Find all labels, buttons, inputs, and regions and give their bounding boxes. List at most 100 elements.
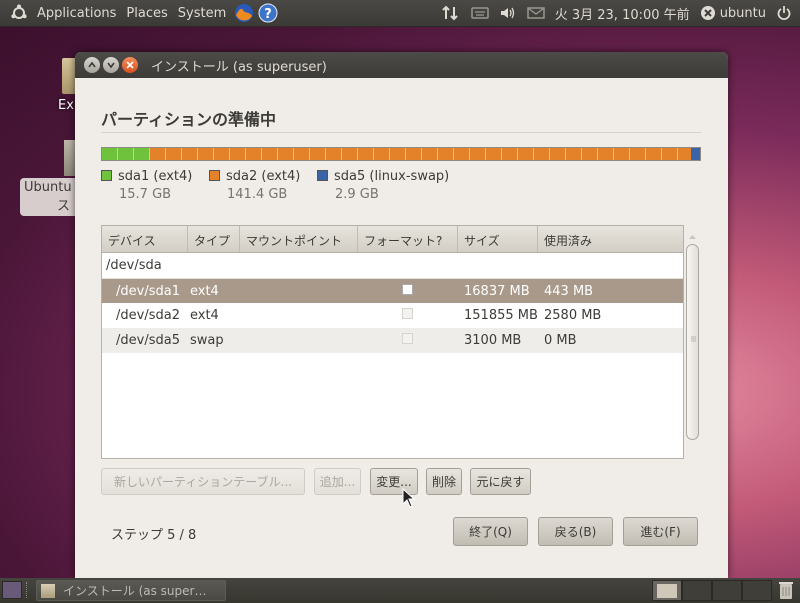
legend-size: 2.9 GB [335, 187, 379, 202]
grip-icon [691, 336, 696, 342]
help-icon[interactable]: ? [258, 3, 278, 23]
show-desktop-icon[interactable] [2, 581, 22, 599]
column-header-used[interactable]: 使用済み [538, 226, 683, 252]
menu-places[interactable]: Places [121, 6, 172, 21]
desktop-icon-label: ス [56, 199, 70, 214]
legend-label: sda5 (linux-swap) [334, 169, 450, 184]
legend-label: sda1 (ext4) [118, 169, 193, 184]
revert-button[interactable]: 元に戻す [470, 468, 531, 495]
cell-device: /dev/sda1 [116, 283, 180, 299]
quit-button[interactable]: 終了(Q) [453, 517, 528, 546]
back-button[interactable]: 戻る(B) [538, 517, 613, 546]
legend-swatch [317, 170, 328, 181]
user-switch-icon[interactable] [700, 5, 716, 21]
table-row[interactable]: /dev/sda2 ext4 151855 MB 2580 MB [102, 303, 683, 328]
cell-used: 443 MB [544, 283, 594, 299]
workspace-1[interactable] [652, 580, 682, 601]
table-scrollbar[interactable] [686, 232, 699, 440]
menu-system[interactable]: System [173, 6, 231, 21]
legend-item-sda1: sda1 (ext4) 15.7 GB [101, 169, 192, 202]
partition-bar [101, 147, 701, 161]
cell-type: swap [190, 333, 224, 348]
volume-icon[interactable] [499, 6, 517, 20]
taskbar-item-installer[interactable]: インストール (as super… [36, 580, 226, 601]
workspace-4[interactable] [742, 580, 772, 601]
keyboard-icon[interactable] [470, 6, 489, 20]
workspace-2[interactable] [682, 580, 712, 601]
partition-bar-segment-sda5 [691, 148, 700, 160]
mail-icon[interactable] [526, 6, 545, 20]
close-button[interactable] [122, 57, 138, 73]
legend-label: sda2 (ext4) [226, 169, 301, 184]
workspace-3[interactable] [712, 580, 742, 601]
desktop-icon-label: Ubuntu [24, 180, 72, 195]
menu-applications[interactable]: Applications [32, 6, 121, 21]
add-partition-button[interactable]: 追加... [314, 468, 361, 495]
window-thumb-icon [657, 584, 677, 598]
legend-size: 15.7 GB [119, 187, 172, 202]
bottom-panel: インストール (as super… [0, 578, 800, 603]
partition-table: デバイス タイプ マウントポイント フォーマット? サイズ 使用済み /dev/… [101, 225, 684, 459]
chevron-down-icon [107, 62, 115, 69]
cell-size: 151855 MB [464, 308, 538, 323]
column-header-format[interactable]: フォーマット? [358, 226, 458, 252]
svg-text:?: ? [264, 7, 272, 22]
format-checkbox[interactable] [402, 333, 413, 344]
column-header-size[interactable]: サイズ [458, 226, 538, 252]
divider [101, 132, 701, 133]
firefox-icon[interactable] [233, 2, 255, 24]
top-panel: Applications Places System ? 火 3月 23, 10… [0, 0, 800, 27]
network-icon[interactable] [441, 5, 461, 21]
column-header-type[interactable]: タイプ [188, 226, 240, 252]
format-checkbox[interactable] [402, 283, 413, 295]
panel-clock[interactable]: 火 3月 23, 10:00 午前 [555, 4, 690, 23]
trash-icon[interactable] [778, 580, 794, 600]
legend-size: 141.4 GB [227, 187, 288, 202]
page-title: パーティションの準備中 [101, 110, 277, 129]
panel-username[interactable]: ubuntu [720, 6, 766, 21]
table-row[interactable]: /dev/sda1 ext4 16837 MB 443 MB [102, 278, 683, 303]
power-icon[interactable] [776, 5, 792, 21]
format-checkbox[interactable] [402, 308, 413, 319]
close-icon [126, 61, 134, 69]
window-titlebar[interactable]: インストール (as superuser) [75, 52, 728, 78]
separator-icon [26, 582, 30, 598]
cell-size: 3100 MB [464, 333, 522, 348]
step-indicator: ステップ 5 / 8 [111, 528, 197, 543]
mouse-cursor-icon [402, 488, 416, 508]
cell-used: 0 MB [544, 333, 577, 348]
installer-small-icon [41, 583, 55, 598]
table-row[interactable]: /dev/sda5 swap 3100 MB 0 MB [102, 328, 683, 353]
cell-used: 2580 MB [544, 308, 602, 323]
disk-label: /dev/sda [106, 258, 162, 273]
taskbar-item-label: インストール (as super… [63, 584, 207, 598]
desktop-icon-installer[interactable]: Ubuntu ス [20, 178, 80, 216]
legend-swatch [209, 170, 220, 181]
table-row-disk[interactable]: /dev/sda [102, 253, 683, 278]
legend-item-sda5: sda5 (linux-swap) 2.9 GB [317, 169, 449, 202]
forward-button[interactable]: 進む(F) [623, 517, 698, 546]
ubuntu-logo-icon[interactable] [6, 4, 32, 22]
cell-type: ext4 [190, 283, 219, 299]
cell-format [358, 283, 458, 299]
column-header-mount[interactable]: マウントポイント [240, 226, 358, 252]
scroll-up-icon[interactable] [686, 232, 699, 242]
cell-device: /dev/sda5 [116, 333, 180, 348]
window-title: インストール (as superuser) [151, 59, 327, 75]
table-header: デバイス タイプ マウントポイント フォーマット? サイズ 使用済み [102, 226, 683, 253]
minimize-button[interactable] [103, 57, 119, 73]
new-partition-table-button[interactable]: 新しいパーティションテーブル... [101, 468, 305, 495]
partition-bar-segment-sda1 [102, 148, 151, 160]
cell-type: ext4 [190, 308, 219, 323]
partition-bar-segment-sda2 [150, 148, 692, 160]
cell-format [358, 333, 458, 348]
scroll-thumb[interactable] [686, 244, 699, 440]
legend-swatch [101, 170, 112, 181]
legend-item-sda2: sda2 (ext4) 141.4 GB [209, 169, 300, 202]
column-header-device[interactable]: デバイス [102, 226, 188, 252]
delete-partition-button[interactable]: 削除 [426, 468, 462, 495]
workspace-switcher[interactable] [652, 580, 772, 601]
cell-size: 16837 MB [464, 283, 530, 299]
maximize-button[interactable] [84, 57, 100, 73]
chevron-up-icon [88, 61, 96, 68]
